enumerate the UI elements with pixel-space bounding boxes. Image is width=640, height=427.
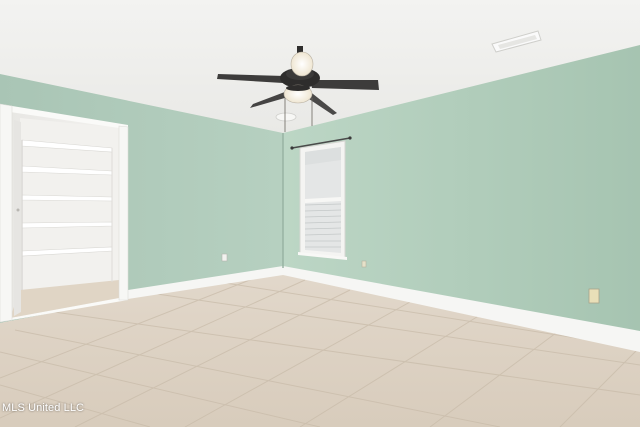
watermark: MLS United LLC — [2, 402, 85, 414]
wall-outlet-center — [361, 260, 367, 268]
ceiling-detector — [275, 112, 297, 122]
wall-outlet-left — [221, 253, 228, 262]
wall-outlet-right — [588, 288, 600, 304]
room-photo: MLS United LLC — [0, 0, 640, 427]
closet — [0, 103, 129, 323]
window — [290, 136, 352, 260]
room-illustration — [0, 0, 640, 427]
